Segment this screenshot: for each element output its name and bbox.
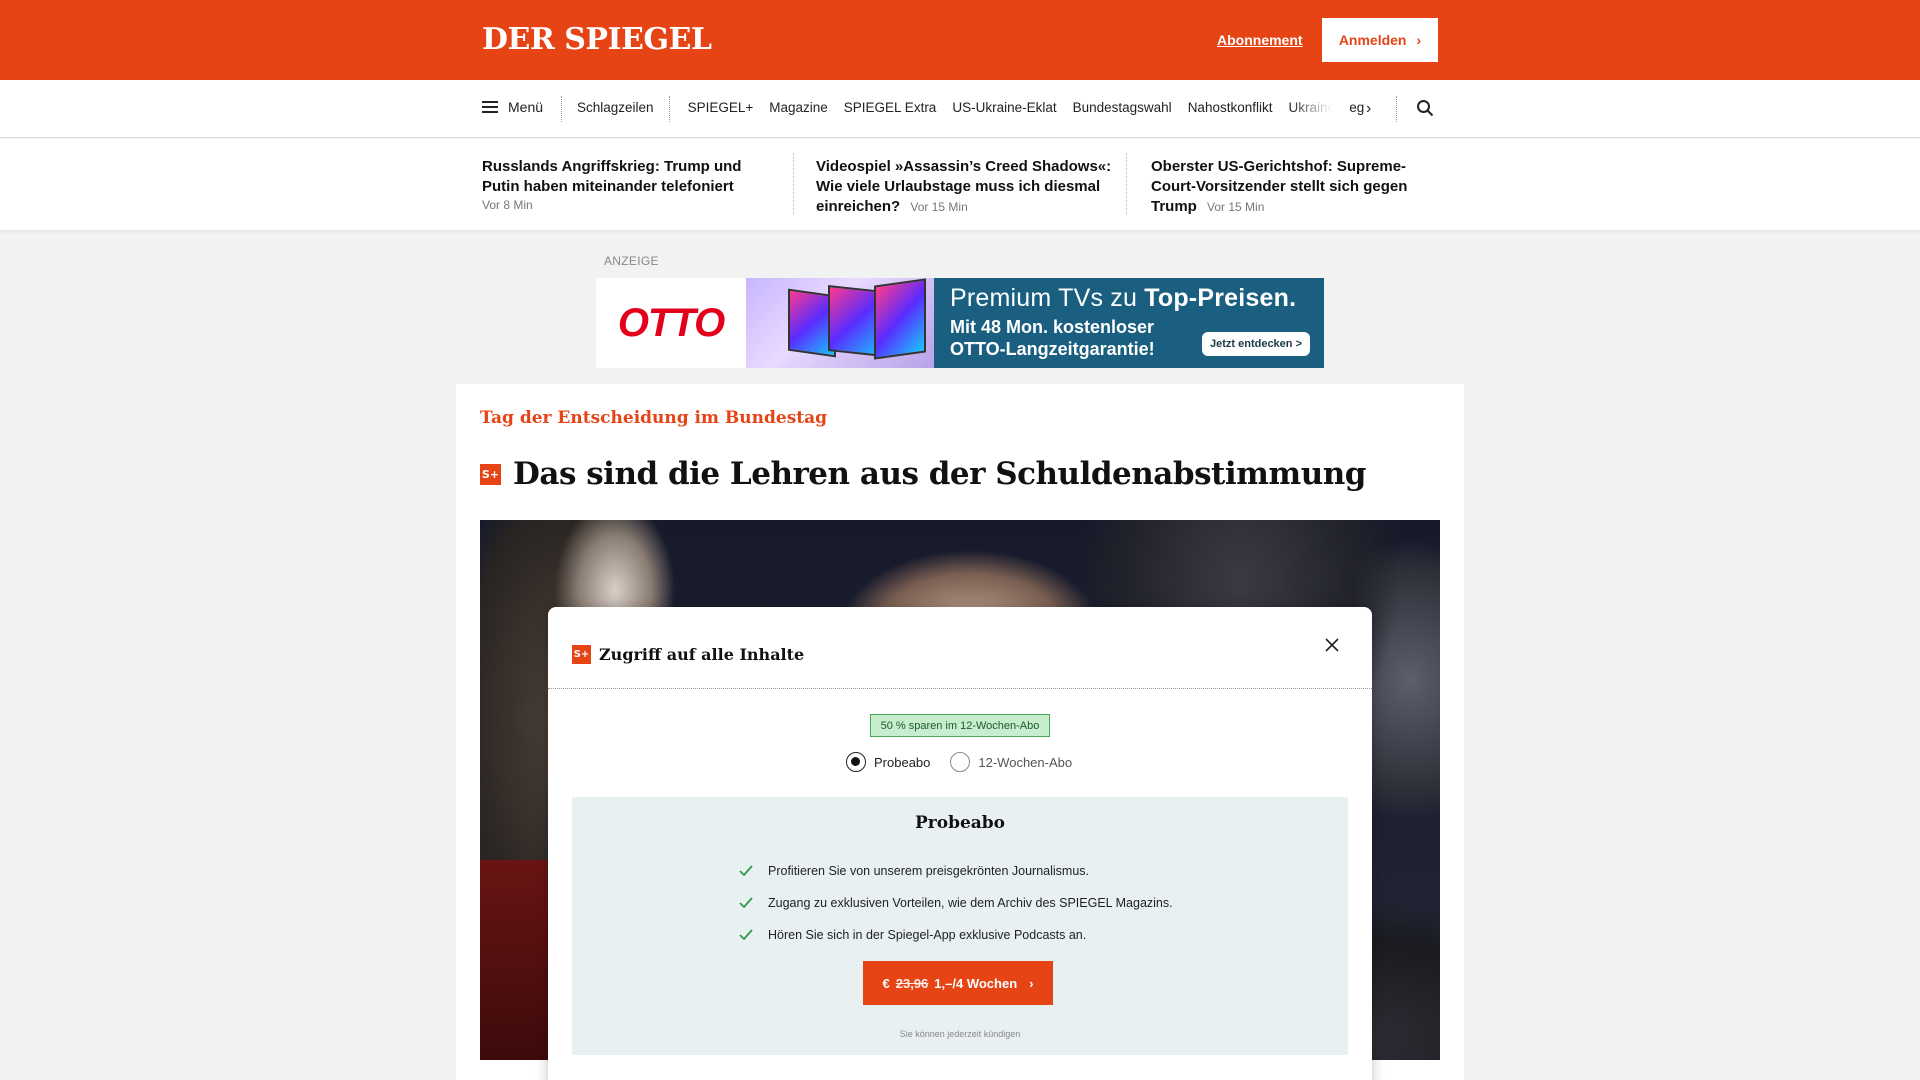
benefit-list: Profitieren Sie von unserem preisgekrönt…: [738, 855, 1173, 951]
ticker-divider: [793, 153, 794, 215]
headline-ticker: Russlands Angriffskrieg: Trump und Putin…: [0, 139, 1920, 230]
ad-label: ANZEIGE: [604, 254, 659, 268]
login-button[interactable]: Anmelden ›: [1322, 18, 1438, 62]
ad-text-panel: Premium TVs zu Top-Preisen. Mit 48 Mon. …: [934, 278, 1324, 368]
nav-items: Schlagzeilen SPIEGEL+ Magazine SPIEGEL E…: [577, 100, 1380, 115]
nav-item-spiegel-extra[interactable]: SPIEGEL Extra: [844, 100, 937, 115]
checkmark-icon: [739, 897, 753, 909]
radio-unselected[interactable]: [950, 752, 971, 772]
modal-divider: [548, 688, 1372, 689]
chevron-right-icon[interactable]: ›: [1366, 100, 1371, 118]
ticker-item[interactable]: Oberster US-Gerichtshof: Supreme-Court-V…: [1151, 157, 1451, 217]
article-title-row: S+ Das sind die Lehren aus der Schuldena…: [480, 456, 1366, 492]
main-nav: Menü Schlagzeilen SPIEGEL+ Magazine SPIE…: [0, 80, 1920, 138]
nav-fade: [1290, 94, 1350, 124]
nav-item-us-ukraine-eklat[interactable]: US-Ukraine-Eklat: [952, 100, 1056, 115]
otto-logo: OTTO: [596, 278, 746, 368]
ad-headline: Premium TVs zu Top-Preisen.: [950, 284, 1297, 312]
cta-old-price: 23,96: [895, 975, 929, 991]
nav-item-magazine[interactable]: Magazine: [769, 100, 828, 115]
nav-divider: [1396, 96, 1397, 122]
nav-item-nahostkonflikt[interactable]: Nahostkonflikt: [1188, 100, 1273, 115]
nav-item-spiegel-plus[interactable]: SPIEGEL+: [688, 100, 754, 115]
chevron-right-icon: ›: [1416, 32, 1422, 48]
spiegel-plus-icon: S+: [480, 463, 501, 485]
list-item: Hören Sie sich in der Spiegel-App exklus…: [738, 919, 1173, 951]
cta-new-price: 1,–/4 Wochen: [934, 975, 1018, 991]
top-bar: DER SPIEGEL Abonnement Anmelden ›: [0, 0, 1920, 80]
plan-selector: Probeabo 12-Wochen-Abo: [846, 752, 1072, 772]
login-button-label: Anmelden: [1338, 32, 1407, 48]
search-icon[interactable]: [1416, 99, 1434, 117]
tv-image: [746, 278, 934, 368]
menu-button[interactable]: Menü: [482, 99, 543, 115]
checkmark-icon: [739, 929, 753, 941]
article-title[interactable]: Das sind die Lehren aus der Schuldenabst…: [513, 456, 1366, 492]
savings-badge: 50 % sparen im 12-Wochen-Abo: [870, 714, 1050, 737]
offer-panel: Probeabo Profitieren Sie von unserem pre…: [572, 797, 1348, 1055]
benefit-text: Profitieren Sie von unserem preisgekrönt…: [768, 864, 1089, 878]
hamburger-icon: [482, 101, 498, 113]
list-item: Zugang zu exklusiven Vorteilen, wie dem …: [738, 887, 1173, 919]
list-item: Profitieren Sie von unserem preisgekrönt…: [738, 855, 1173, 887]
plan-option-label: 12-Wochen-Abo: [978, 754, 1073, 770]
paywall-modal: S+ Zugriff auf alle Inhalte 50 % sparen …: [548, 607, 1372, 1080]
spiegel-plus-icon: S+: [572, 645, 591, 664]
offer-title: Probeabo: [914, 813, 1006, 833]
article-kicker: Tag der Entscheidung im Bundestag: [480, 408, 828, 428]
ad-cta-button[interactable]: Jetzt entdecken >: [1201, 332, 1310, 356]
abonnement-link[interactable]: Abonnement: [1217, 32, 1303, 48]
ticker-time: Vor 15 Min: [1207, 200, 1265, 214]
chevron-right-icon: ›: [1029, 975, 1034, 991]
nav-item-schlagzeilen[interactable]: Schlagzeilen: [577, 100, 654, 115]
spiegel-logo[interactable]: DER SPIEGEL: [482, 22, 712, 57]
cancel-note: Sie können jederzeit kündigen: [899, 1029, 1021, 1039]
ad-subline: Mit 48 Mon. kostenloser OTTO-Langzeitgar…: [950, 317, 1155, 359]
subscribe-button[interactable]: € 23,96 1,–/4 Wochen ›: [863, 961, 1053, 1005]
plan-option-12-wochen[interactable]: 12-Wochen-Abo: [950, 752, 1072, 772]
cta-currency: €: [882, 975, 890, 991]
ticker-title: Russlands Angriffskrieg: Trump und Putin…: [482, 158, 742, 195]
close-icon[interactable]: [1322, 635, 1342, 655]
radio-selected[interactable]: [846, 752, 866, 772]
ticker-time: Vor 15 Min: [910, 200, 968, 214]
otto-ad-banner[interactable]: OTTO Premium TVs zu Top-Preisen. Mit 48 …: [596, 278, 1324, 368]
ticker-item[interactable]: Russlands Angriffskrieg: Trump und Putin…: [482, 157, 782, 213]
menu-label: Menü: [508, 99, 544, 115]
ticker-item[interactable]: Videospiel »Assassin’s Creed Shadows«: W…: [816, 157, 1116, 217]
plan-option-label: Probeabo: [874, 754, 931, 770]
nav-item-bundestagswahl[interactable]: Bundestagswahl: [1073, 100, 1172, 115]
ticker-time: Vor 8 Min: [482, 198, 533, 212]
checkmark-icon: [739, 865, 753, 877]
modal-header: S+ Zugriff auf alle Inhalte: [572, 645, 804, 664]
ticker-divider: [1126, 153, 1127, 215]
nav-divider: [561, 96, 562, 122]
modal-title: Zugriff auf alle Inhalte: [599, 645, 805, 664]
ticker-title: Oberster US-Gerichtshof: Supreme-Court-V…: [1151, 158, 1408, 215]
benefit-text: Zugang zu exklusiven Vorteilen, wie dem …: [768, 896, 1173, 910]
plan-option-probeabo[interactable]: Probeabo: [846, 752, 930, 772]
benefit-text: Hören Sie sich in der Spiegel-App exklus…: [768, 928, 1087, 942]
